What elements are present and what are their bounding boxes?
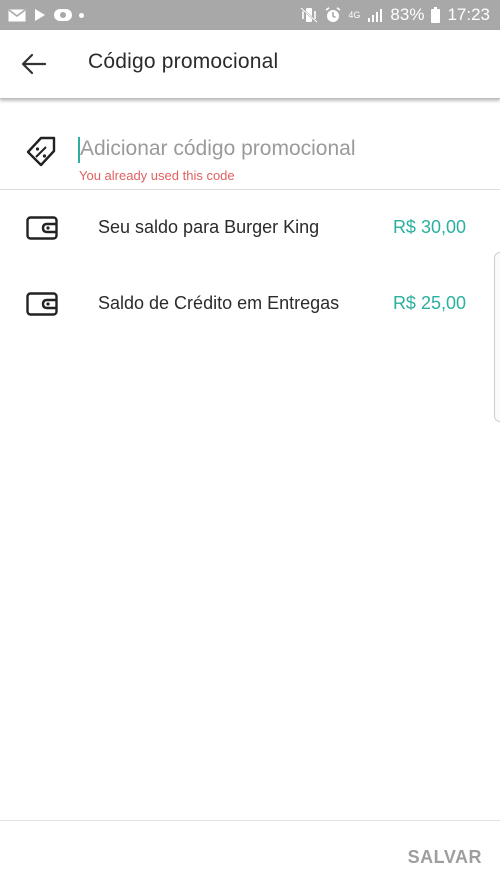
page-title: Código promocional [88, 50, 279, 73]
balance-amount: R$ 30,00 [392, 217, 466, 237]
mail-icon [8, 8, 26, 22]
battery-percent: 83% [390, 5, 425, 24]
promo-error-message: You already used this code [79, 168, 235, 183]
save-button[interactable]: SALVAR [408, 847, 482, 868]
play-store-icon [33, 8, 47, 22]
balance-amount: R$ 25,00 [392, 293, 466, 313]
balance-label: Saldo de Crédito em Entregas [98, 293, 340, 313]
mute-vibrate-icon [300, 7, 319, 23]
promo-tag-icon [26, 136, 56, 167]
balance-row: Saldo de Crédito em Entregas R$ 25,00 [0, 269, 500, 339]
clock: 17:23 [447, 5, 490, 24]
status-bar-system: 4G 83% 17:23 [300, 5, 490, 25]
signal-icon [367, 8, 383, 22]
network-type-label: 4G [348, 10, 361, 20]
app-notification-icon [54, 8, 72, 22]
wallet-icon [26, 292, 58, 316]
status-bar: 4G 83% 17:23 [0, 0, 500, 30]
promo-code-input[interactable] [78, 135, 480, 163]
arrow-left-icon [21, 53, 47, 75]
alarm-icon [325, 7, 341, 23]
text-cursor [78, 137, 80, 163]
wallet-icon [26, 216, 58, 240]
app-bar: Código promocional [0, 30, 500, 99]
promo-code-section: You already used this code [0, 99, 500, 190]
balance-label: Seu saldo para Burger King [98, 217, 320, 237]
dot-icon [79, 12, 84, 18]
balance-row: Seu saldo para Burger King R$ 30,00 [0, 193, 500, 263]
battery-icon [431, 7, 441, 23]
status-bar-notifications [8, 8, 84, 22]
back-button[interactable] [18, 48, 50, 80]
scroll-handle[interactable] [494, 252, 500, 422]
bottom-bar: SALVAR [0, 820, 500, 890]
